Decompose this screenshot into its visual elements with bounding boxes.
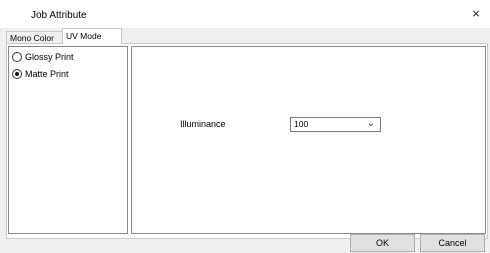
tab-page-uv-mode: Glossy Print Matte Print Illuminance 100… [6,43,488,239]
window-title: Job Attribute [31,10,87,21]
radio-matte-print[interactable]: Matte Print [12,68,69,80]
radio-unchecked-icon [12,52,22,62]
illuminance-select[interactable]: 100 ⌄ [290,117,381,132]
radio-glossy-print[interactable]: Glossy Print [12,51,74,63]
radio-label: Matte Print [25,69,69,79]
ok-button[interactable]: OK [350,234,415,252]
close-icon[interactable]: × [468,6,484,22]
radio-label: Glossy Print [25,52,74,62]
title-bar: Job Attribute × [0,0,490,28]
illuminance-label: Illuminance [180,119,226,129]
print-mode-panel: Glossy Print Matte Print [8,46,128,234]
illuminance-value: 100 [294,119,309,129]
chevron-down-icon: ⌄ [366,118,375,129]
settings-panel: Illuminance 100 ⌄ [131,46,486,234]
cancel-button[interactable]: Cancel [420,234,485,252]
radio-checked-icon [12,69,22,79]
tab-uv-mode[interactable]: UV Mode [62,28,122,44]
dialog-body: Mono Color UV Mode Glossy Print Matte Pr… [0,28,490,253]
